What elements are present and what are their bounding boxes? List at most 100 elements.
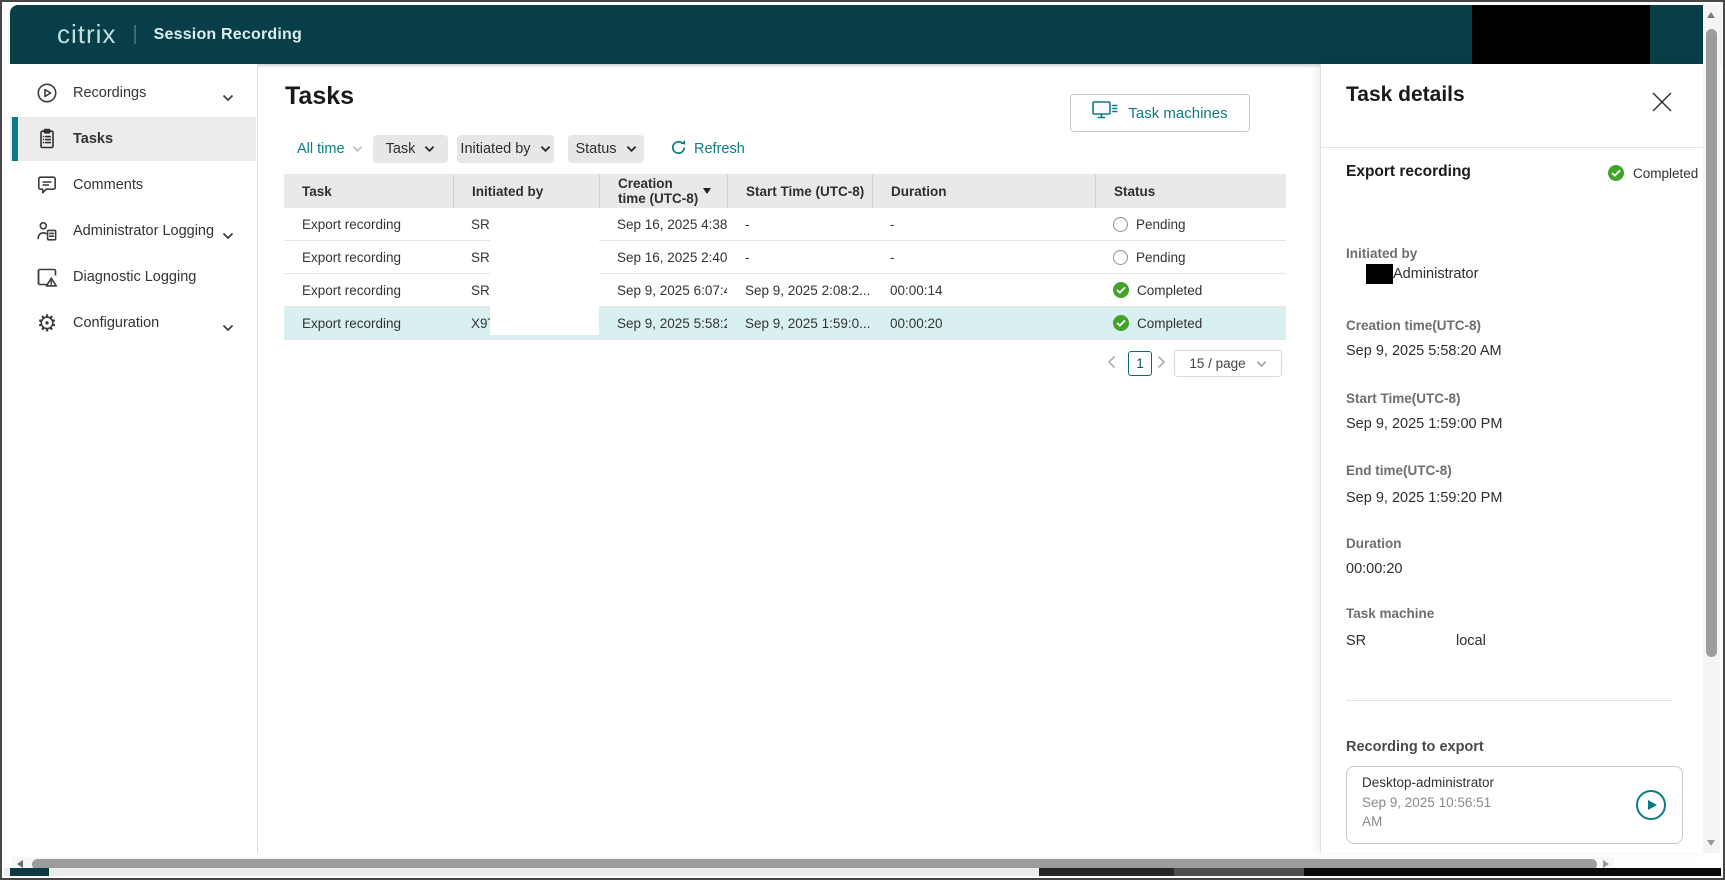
scroll-down-arrow-icon[interactable] bbox=[1707, 840, 1715, 846]
cell-start-time: - bbox=[727, 208, 872, 240]
product-title: Session Recording bbox=[154, 26, 302, 44]
table-row[interactable]: Export recording SRClou Sep 9, 2025 6:07… bbox=[284, 274, 1286, 307]
comments-bubble-icon bbox=[35, 173, 59, 197]
page-size-label: 15 / page bbox=[1189, 356, 1245, 371]
bottom-edge-segment bbox=[1039, 868, 1174, 876]
field-label-end-time: End time(UTC-8) bbox=[1346, 463, 1452, 478]
detail-status-badge: Completed bbox=[1608, 165, 1698, 181]
cell-creation-time: Sep 16, 2025 2:40:... bbox=[599, 241, 727, 273]
column-header-label: Creation time (UTC-8) bbox=[618, 176, 701, 206]
initiated-by-filter-label: Initiated by bbox=[460, 141, 530, 157]
sort-descending-icon[interactable] bbox=[703, 188, 711, 194]
initiated-by-filter-dropdown[interactable]: Initiated by bbox=[457, 135, 554, 163]
completed-status-icon bbox=[1113, 282, 1129, 298]
task-details-panel: Task details Export recording Completed … bbox=[1320, 64, 1708, 853]
chevron-down-icon[interactable] bbox=[222, 89, 234, 107]
cell-duration: - bbox=[872, 241, 1095, 273]
sidebar-item-tasks[interactable]: Tasks bbox=[10, 117, 256, 161]
sidebar-item-comments[interactable]: Comments bbox=[10, 163, 256, 207]
vertical-scrollbar[interactable] bbox=[1703, 5, 1720, 853]
column-header-task[interactable]: Task bbox=[284, 174, 453, 208]
chevron-down-icon bbox=[1256, 360, 1267, 368]
scroll-up-arrow-icon[interactable] bbox=[1707, 12, 1715, 18]
table-redaction-box bbox=[490, 208, 599, 335]
page-size-dropdown[interactable]: 15 / page bbox=[1174, 350, 1282, 377]
task-machines-button[interactable]: Task machines bbox=[1070, 94, 1250, 132]
gear-icon: ⚙ bbox=[35, 311, 59, 335]
recording-card[interactable]: Desktop-administrator Sep 9, 2025 10:56:… bbox=[1346, 766, 1683, 844]
sidebar-item-recordings[interactable]: Recordings bbox=[10, 71, 256, 115]
panel-divider bbox=[1346, 700, 1673, 701]
sidebar-item-label: Administrator Logging bbox=[73, 223, 214, 239]
cell-creation-time: Sep 16, 2025 4:38:... bbox=[599, 208, 727, 240]
refresh-button[interactable]: Refresh bbox=[670, 135, 745, 163]
chevron-down-icon bbox=[424, 145, 435, 153]
task-filter-dropdown[interactable]: Task bbox=[373, 135, 448, 163]
active-indicator-bar bbox=[12, 117, 18, 161]
bottom-edge-segment bbox=[1174, 868, 1304, 876]
recording-timestamp-suffix: AM bbox=[1362, 814, 1382, 829]
page-title: Tasks bbox=[285, 82, 354, 111]
field-label-task-machine: Task machine bbox=[1346, 606, 1434, 621]
cell-status: Completed bbox=[1095, 274, 1286, 306]
task-filter-label: Task bbox=[386, 141, 416, 157]
column-header-creation-time[interactable]: Creation time (UTC-8) bbox=[599, 174, 727, 208]
column-header-status[interactable]: Status bbox=[1095, 174, 1286, 208]
vertical-scrollbar-thumb[interactable] bbox=[1706, 29, 1717, 657]
cell-start-time: Sep 9, 2025 2:08:2... bbox=[727, 274, 872, 306]
cell-creation-time: Sep 9, 2025 5:58:2... bbox=[599, 307, 727, 339]
status-filter-dropdown[interactable]: Status bbox=[568, 135, 644, 163]
scroll-right-arrow-icon[interactable] bbox=[1603, 860, 1609, 868]
chevron-down-icon bbox=[626, 145, 637, 153]
cell-start-time: - bbox=[727, 241, 872, 273]
cell-status: Pending bbox=[1095, 208, 1286, 240]
status-label: Completed bbox=[1137, 316, 1202, 331]
diagnostic-logging-icon bbox=[35, 265, 59, 289]
chevron-down-icon[interactable] bbox=[222, 227, 234, 245]
time-filter-label: All time bbox=[297, 141, 345, 157]
field-value-start-time: Sep 9, 2025 1:59:00 PM bbox=[1346, 416, 1502, 432]
citrix-logo: citrix bbox=[57, 19, 116, 50]
app-header: citrix | Session Recording bbox=[10, 5, 1720, 64]
pagination-next-button[interactable] bbox=[1157, 355, 1166, 374]
table-row[interactable]: Export recording SRClou Sep 16, 2025 4:3… bbox=[284, 208, 1286, 241]
admin-logging-icon bbox=[35, 219, 59, 243]
table-row-selected[interactable]: Export recording X9T3XY Sep 9, 2025 5:58… bbox=[284, 307, 1286, 340]
sidebar-item-administrator-logging[interactable]: Administrator Logging bbox=[10, 209, 256, 253]
chevron-down-icon[interactable] bbox=[222, 319, 234, 337]
monitor-icon bbox=[1092, 99, 1118, 127]
cell-start-time: Sep 9, 2025 1:59:0... bbox=[727, 307, 872, 339]
chevron-down-icon bbox=[540, 145, 551, 153]
bottom-edge-segment bbox=[10, 868, 49, 876]
status-label: Completed bbox=[1137, 283, 1202, 298]
table-row[interactable]: Export recording SRClou Sep 16, 2025 2:4… bbox=[284, 241, 1286, 274]
sidebar-item-label: Diagnostic Logging bbox=[73, 269, 196, 285]
cell-task: Export recording bbox=[284, 307, 453, 339]
pagination-prev-button[interactable] bbox=[1107, 355, 1116, 374]
cell-status: Pending bbox=[1095, 241, 1286, 273]
field-label-duration: Duration bbox=[1346, 536, 1402, 551]
close-icon[interactable] bbox=[1649, 89, 1677, 117]
detail-task-type: Export recording bbox=[1346, 163, 1471, 181]
pending-status-icon bbox=[1113, 217, 1128, 232]
sidebar-item-label: Comments bbox=[73, 177, 143, 193]
column-header-start-time[interactable]: Start Time (UTC-8) bbox=[727, 174, 872, 208]
pagination-page-1[interactable]: 1 bbox=[1128, 351, 1152, 376]
recordings-play-icon bbox=[35, 81, 59, 105]
sidebar-item-diagnostic-logging[interactable]: Diagnostic Logging bbox=[10, 255, 256, 299]
cell-task: Export recording bbox=[284, 208, 453, 240]
cell-task: Export recording bbox=[284, 274, 453, 306]
column-header-initiated-by[interactable]: Initiated by bbox=[453, 174, 599, 208]
refresh-label: Refresh bbox=[694, 141, 745, 157]
field-value-task-machine: SR bbox=[1346, 633, 1366, 649]
refresh-icon bbox=[670, 139, 687, 160]
time-filter-dropdown[interactable]: All time bbox=[297, 135, 363, 163]
scroll-left-arrow-icon[interactable] bbox=[17, 860, 23, 868]
cell-duration: - bbox=[872, 208, 1095, 240]
sidebar-item-configuration[interactable]: ⚙ Configuration bbox=[10, 301, 256, 345]
column-header-duration[interactable]: Duration bbox=[872, 174, 1095, 208]
play-recording-button[interactable] bbox=[1636, 790, 1666, 820]
field-label-creation-time: Creation time(UTC-8) bbox=[1346, 318, 1481, 333]
recording-name: Desktop-administrator bbox=[1362, 775, 1494, 790]
field-value-end-time: Sep 9, 2025 1:59:20 PM bbox=[1346, 490, 1502, 506]
